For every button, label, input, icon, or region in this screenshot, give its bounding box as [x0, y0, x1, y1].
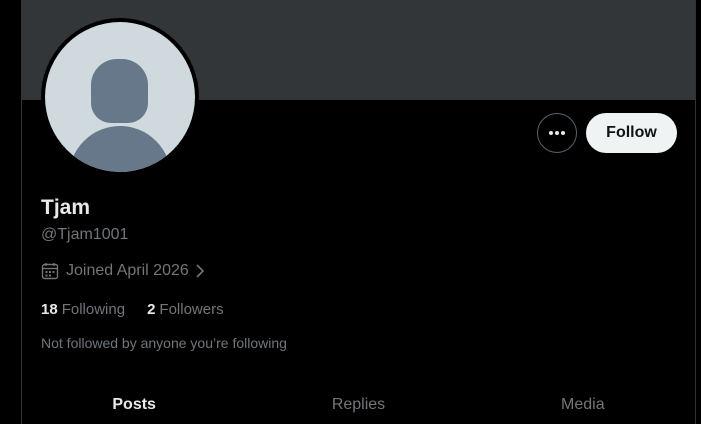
- user-handle: @Tjam1001: [41, 226, 129, 243]
- follow-stats: 18 Following 2 Followers: [41, 300, 246, 320]
- followers-count: 2: [147, 301, 156, 318]
- profile-tabs: Posts Replies Media: [22, 384, 695, 424]
- following-count: 18: [41, 301, 58, 318]
- joined-date-link[interactable]: Joined April 2026: [41, 260, 205, 282]
- avatar-head-shape: [91, 59, 148, 123]
- chevron-right-icon: [196, 264, 204, 278]
- following-label: Following: [61, 301, 126, 318]
- follow-button[interactable]: Follow: [586, 113, 677, 153]
- display-name: Tjam: [41, 196, 91, 219]
- more-options-button[interactable]: [537, 113, 577, 153]
- not-followed-notice: Not followed by anyone you’re following: [41, 335, 287, 351]
- column-border-right: [695, 0, 696, 424]
- profile-page: Follow Tjam @Tjam1001 Joined April 2026 …: [0, 0, 701, 424]
- default-avatar-icon: [45, 22, 195, 172]
- tab-posts[interactable]: Posts: [22, 384, 246, 424]
- followers-label: Followers: [159, 301, 224, 318]
- tab-media[interactable]: Media: [471, 384, 695, 424]
- followers-link[interactable]: 2 Followers: [147, 300, 224, 320]
- avatar-body-shape: [69, 126, 171, 172]
- joined-date-text: Joined April 2026: [66, 262, 189, 279]
- calendar-icon: [41, 263, 59, 280]
- following-link[interactable]: 18 Following: [41, 300, 125, 320]
- more-horizontal-icon: [549, 131, 565, 135]
- profile-avatar[interactable]: [41, 18, 199, 176]
- tab-replies[interactable]: Replies: [246, 384, 470, 424]
